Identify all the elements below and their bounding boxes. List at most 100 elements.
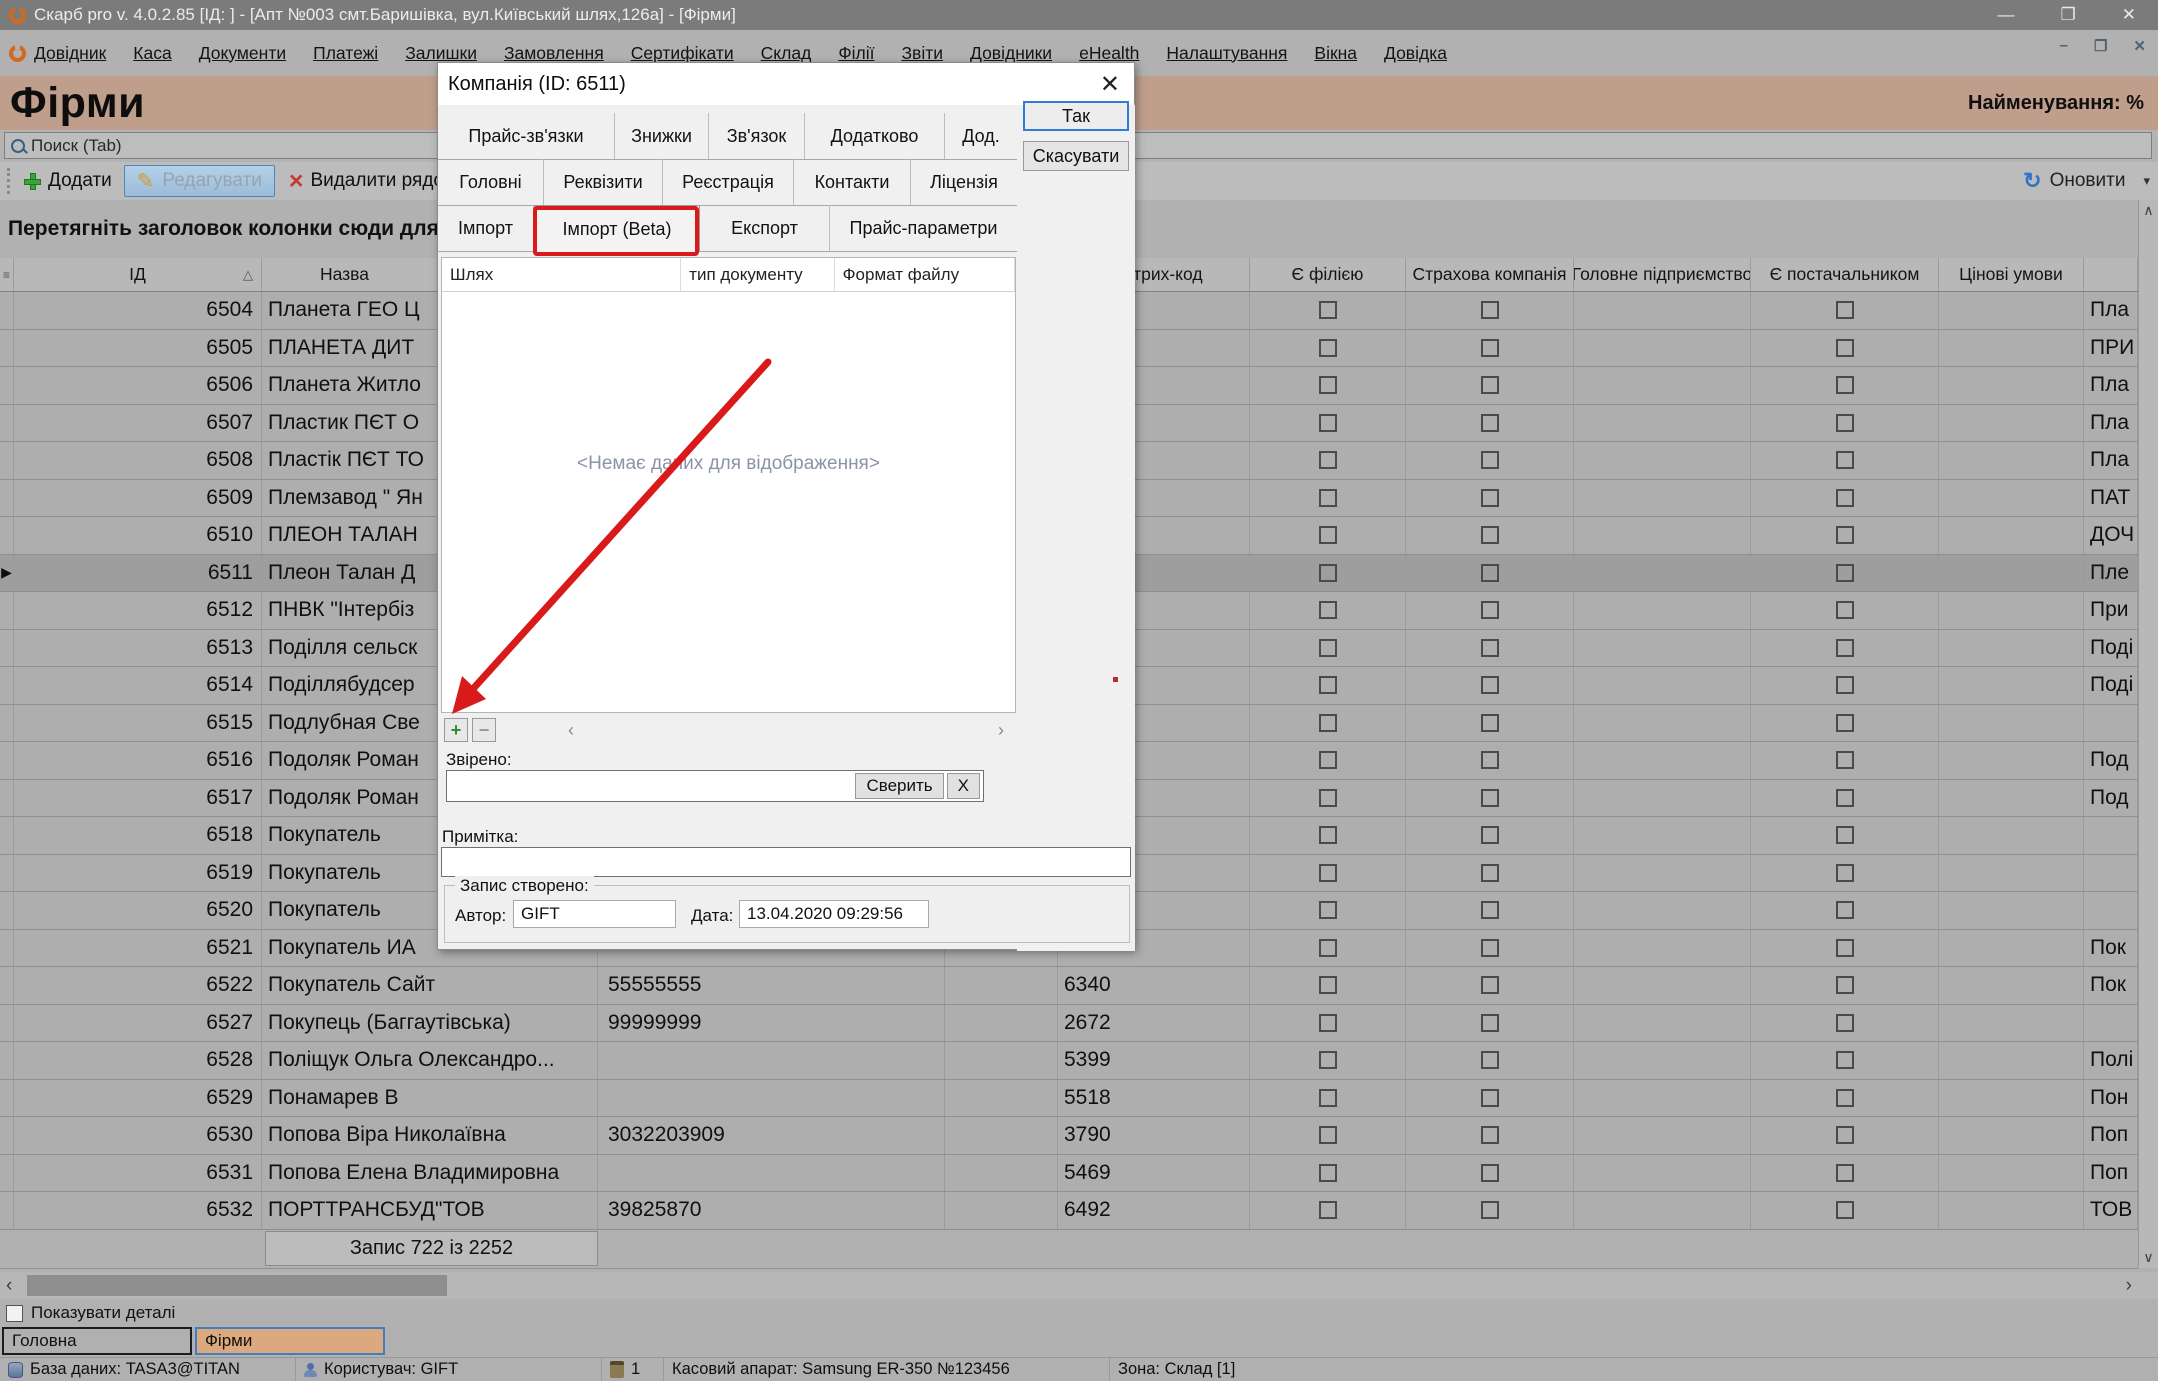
checkbox[interactable] xyxy=(1481,376,1499,394)
checkbox[interactable] xyxy=(1319,864,1337,882)
show-details-checkbox[interactable] xyxy=(6,1305,23,1322)
dialog-tab[interactable]: Зв'язок xyxy=(709,113,805,159)
checkbox[interactable] xyxy=(1481,976,1499,994)
table-row[interactable]: 6532ПОРТТРАНСБУД"ТОВ398258706492ТОВ xyxy=(0,1192,2138,1230)
row-checkbox-cell[interactable] xyxy=(1406,855,1574,892)
scroll-right-icon[interactable]: › xyxy=(2126,1275,2132,1297)
dialog-tab[interactable]: Головні xyxy=(438,159,544,205)
scroll-down-icon[interactable]: ∨ xyxy=(2143,1247,2153,1268)
menu-item[interactable]: eHealth xyxy=(1079,43,1139,64)
checkbox[interactable] xyxy=(1836,901,1854,919)
checkbox[interactable] xyxy=(1319,901,1337,919)
checkbox[interactable] xyxy=(1836,1014,1854,1032)
row-checkbox-cell[interactable] xyxy=(1250,330,1406,367)
row-checkbox-cell[interactable] xyxy=(1406,630,1574,667)
row-checkbox-cell[interactable] xyxy=(1250,967,1406,1004)
checkbox[interactable] xyxy=(1319,339,1337,357)
checkbox[interactable] xyxy=(1836,789,1854,807)
row-checkbox-cell[interactable] xyxy=(1751,480,1939,517)
table-row[interactable]: 6530Попова Віра Николаївна30322039093790… xyxy=(0,1117,2138,1155)
checkbox[interactable] xyxy=(1319,939,1337,957)
mdi-restore-button[interactable]: ❐ xyxy=(2088,36,2113,56)
row-checkbox-cell[interactable] xyxy=(1406,1117,1574,1154)
checkbox[interactable] xyxy=(1481,901,1499,919)
date-field[interactable]: 13.04.2020 09:29:56 xyxy=(739,900,929,928)
row-checkbox-cell[interactable] xyxy=(1406,780,1574,817)
checkbox[interactable] xyxy=(1836,1201,1854,1219)
checkbox[interactable] xyxy=(1481,489,1499,507)
dialog-tab[interactable]: Дод. xyxy=(945,113,1017,159)
import-grid-column-header[interactable]: Шлях xyxy=(442,258,681,291)
menu-item[interactable]: Каса xyxy=(133,43,171,64)
toolbar-grip[interactable] xyxy=(7,168,10,194)
grid-add-button[interactable]: + xyxy=(444,718,468,742)
row-checkbox-cell[interactable] xyxy=(1250,667,1406,704)
row-checkbox-cell[interactable] xyxy=(1250,405,1406,442)
row-checkbox-cell[interactable] xyxy=(1406,742,1574,779)
tab-firmy[interactable]: Фірми xyxy=(195,1327,385,1355)
import-grid-column-header[interactable]: тип документу xyxy=(681,258,834,291)
row-checkbox-cell[interactable] xyxy=(1406,1080,1574,1117)
row-checkbox-cell[interactable] xyxy=(1406,967,1574,1004)
row-checkbox-cell[interactable] xyxy=(1751,1192,1939,1229)
row-checkbox-cell[interactable] xyxy=(1751,330,1939,367)
row-checkbox-cell[interactable] xyxy=(1250,480,1406,517)
row-checkbox-cell[interactable] xyxy=(1751,930,1939,967)
checkbox[interactable] xyxy=(1836,939,1854,957)
column-header[interactable]: Цінові умови xyxy=(1939,258,2084,291)
checkbox[interactable] xyxy=(1481,789,1499,807)
row-checkbox-cell[interactable] xyxy=(1250,780,1406,817)
ok-button[interactable]: Так xyxy=(1023,101,1129,131)
row-checkbox-cell[interactable] xyxy=(1406,592,1574,629)
row-checkbox-cell[interactable] xyxy=(1406,930,1574,967)
menu-item[interactable]: Філії xyxy=(838,43,874,64)
refresh-button[interactable]: ↻ Оновити ▾ xyxy=(2023,168,2150,194)
dialog-tab[interactable]: Знижки xyxy=(615,113,709,159)
scroll-up-icon[interactable]: ∧ xyxy=(2143,200,2153,221)
checkbox[interactable] xyxy=(1481,676,1499,694)
table-row[interactable]: 6528Поліщук Ольга Олександро...5399Полі xyxy=(0,1042,2138,1080)
menu-item[interactable]: Платежі xyxy=(313,43,378,64)
row-checkbox-cell[interactable] xyxy=(1751,742,1939,779)
menu-item[interactable]: Довідка xyxy=(1384,43,1447,64)
checkbox[interactable] xyxy=(1319,789,1337,807)
add-button[interactable]: Додати xyxy=(24,170,112,192)
row-checkbox-cell[interactable] xyxy=(1250,930,1406,967)
delete-row-button[interactable]: × Видалити рядок xyxy=(289,169,452,194)
row-checkbox-cell[interactable] xyxy=(1751,1042,1939,1079)
checkbox[interactable] xyxy=(1319,1201,1337,1219)
row-checkbox-cell[interactable] xyxy=(1751,855,1939,892)
row-checkbox-cell[interactable] xyxy=(1250,555,1406,592)
row-checkbox-cell[interactable] xyxy=(1751,517,1939,554)
checkbox[interactable] xyxy=(1836,1089,1854,1107)
checkbox[interactable] xyxy=(1836,639,1854,657)
minimize-button[interactable]: — xyxy=(1998,5,2015,25)
checkbox[interactable] xyxy=(1481,1089,1499,1107)
column-header[interactable]: Є філією xyxy=(1250,258,1406,291)
row-checkbox-cell[interactable] xyxy=(1406,555,1574,592)
dialog-tab[interactable]: Додатково xyxy=(805,113,945,159)
verify-input[interactable] xyxy=(447,771,855,801)
row-checkbox-cell[interactable] xyxy=(1751,817,1939,854)
checkbox[interactable] xyxy=(1836,976,1854,994)
verify-button[interactable]: Сверить xyxy=(855,773,943,799)
row-checkbox-cell[interactable] xyxy=(1250,1042,1406,1079)
table-row[interactable]: 6527Покупець (Баггаутівська)999999992672 xyxy=(0,1005,2138,1043)
row-checkbox-cell[interactable] xyxy=(1751,1117,1939,1154)
row-checkbox-cell[interactable] xyxy=(1250,292,1406,329)
row-checkbox-cell[interactable] xyxy=(1751,442,1939,479)
row-checkbox-cell[interactable] xyxy=(1406,1155,1574,1192)
row-checkbox-cell[interactable] xyxy=(1250,442,1406,479)
checkbox[interactable] xyxy=(1836,564,1854,582)
grid-scroll-left-icon[interactable]: ‹ xyxy=(568,720,574,741)
checkbox[interactable] xyxy=(1836,826,1854,844)
vertical-scrollbar[interactable]: ∧ ∨ xyxy=(2138,200,2158,1268)
row-checkbox-cell[interactable] xyxy=(1406,517,1574,554)
checkbox[interactable] xyxy=(1836,1126,1854,1144)
checkbox[interactable] xyxy=(1319,1164,1337,1182)
checkbox[interactable] xyxy=(1481,414,1499,432)
dialog-tab[interactable]: Реєстрація xyxy=(663,159,794,205)
menu-item[interactable]: Довідник xyxy=(34,43,106,64)
column-header[interactable] xyxy=(2084,258,2138,291)
checkbox[interactable] xyxy=(1319,1089,1337,1107)
